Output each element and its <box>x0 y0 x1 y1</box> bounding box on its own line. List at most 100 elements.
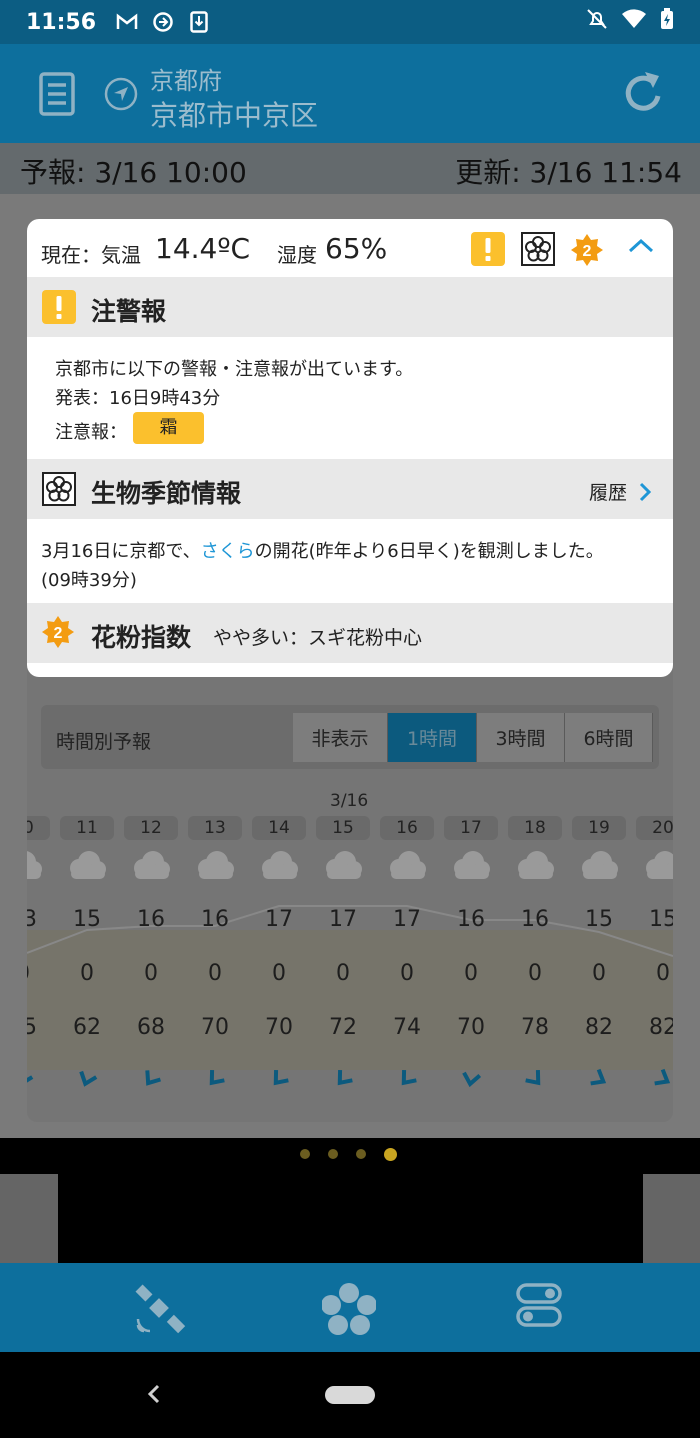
humidity-row: 65 62 68 70 70 72 74 70 78 82 82 <box>27 1015 673 1049</box>
warning-icon[interactable] <box>471 232 505 270</box>
satellite-icon[interactable] <box>134 1283 190 1339</box>
precipitation-value: 0 <box>336 961 350 986</box>
page-dot[interactable] <box>356 1149 366 1159</box>
humidity-value: 65 <box>27 1015 37 1040</box>
page-dot[interactable] <box>384 1148 397 1161</box>
hour-label: 19 <box>572 816 626 840</box>
home-pill[interactable] <box>325 1386 375 1404</box>
wind-arrow-icon <box>267 1068 291 1090</box>
hour-labels: 10 11 12 13 14 15 16 17 18 19 20 <box>27 816 673 842</box>
sakura-flower-icon[interactable] <box>321 1283 377 1339</box>
temperature-value: 16 <box>137 907 165 932</box>
history-label: 履歴 <box>588 482 627 504</box>
wind-arrow-icon <box>331 1068 355 1090</box>
humidity-value: 70 <box>265 1015 293 1040</box>
precipitation-value: 0 <box>592 961 606 986</box>
ad-banner[interactable] <box>58 1174 643 1263</box>
bottom-navigation <box>0 1263 700 1352</box>
location-icon[interactable] <box>104 77 138 115</box>
menu-list-icon[interactable] <box>38 72 76 120</box>
current-temperature: 14.4ºC <box>155 232 251 265</box>
city-label[interactable]: 京都市中京区 <box>150 94 318 134</box>
wind-arrow-icon <box>395 1068 419 1090</box>
prefecture-label[interactable]: 京都府 <box>150 61 222 96</box>
current-label: 現在：気温 <box>41 243 141 267</box>
frost-advisory-badge[interactable]: 霜 <box>133 412 204 444</box>
temperature-value: 17 <box>393 907 421 932</box>
page-dot[interactable] <box>328 1149 338 1159</box>
settings-toggle-icon[interactable] <box>516 1283 562 1331</box>
page-indicator <box>300 1148 397 1161</box>
precipitation-value: 0 <box>464 961 478 986</box>
pollen-section-header[interactable]: 2 花粉指数 やや多い：スギ花粉中心 <box>27 603 673 663</box>
hour-label: 15 <box>316 816 370 840</box>
hourly-forecast-label: 時間別予報 <box>56 731 152 753</box>
wind-arrow-icon <box>459 1068 483 1090</box>
card-header: 現在：気温 14.4ºC 湿度 65% 2 <box>27 219 673 277</box>
wind-direction-row <box>27 1068 673 1096</box>
temperature-value: 15 <box>73 907 101 932</box>
page-dot[interactable] <box>300 1149 310 1159</box>
weather-icons-row <box>27 848 673 884</box>
precipitation-value: 0 <box>656 961 670 986</box>
warning-title: 注警報 <box>91 297 167 326</box>
wind-arrow-icon <box>203 1068 227 1090</box>
precipitation-value: 0 <box>80 961 94 986</box>
humidity-value: 70 <box>201 1015 229 1040</box>
cloud-icon <box>65 850 109 884</box>
refresh-icon[interactable] <box>622 70 666 120</box>
hour-label: 18 <box>508 816 562 840</box>
gmail-icon <box>116 11 138 33</box>
phenology-section-body: 3月16日に京都で、さくらの開花(昨年より6日早く)を観測しました。 (09時3… <box>27 519 673 603</box>
sakura-link[interactable]: さくら <box>201 541 255 562</box>
hour-label: 12 <box>124 816 178 840</box>
history-link[interactable]: 履歴 <box>589 478 651 505</box>
precipitation-row: 00000000000 <box>27 961 673 995</box>
cloud-icon <box>257 850 301 884</box>
cloud-icon <box>321 850 365 884</box>
temperature-value: 17 <box>329 907 357 932</box>
humidity-value: 82 <box>585 1015 613 1040</box>
battery-icon <box>660 8 674 36</box>
humidity-value: 68 <box>137 1015 165 1040</box>
hour-label: 11 <box>60 816 114 840</box>
humidity-value: 70 <box>457 1015 485 1040</box>
pollen-subtitle: やや多い：スギ花粉中心 <box>213 627 423 649</box>
temperature-value: 16 <box>457 907 485 932</box>
temperature-value: 15 <box>649 907 673 932</box>
back-icon[interactable] <box>146 1382 162 1410</box>
interval-option[interactable]: 3時間 <box>477 713 565 762</box>
humidity-value: 72 <box>329 1015 357 1040</box>
cloud-icon <box>385 850 429 884</box>
status-time: 11:56 <box>26 9 97 35</box>
interval-option[interactable]: 非表示 <box>293 713 388 762</box>
warning-section-header: 注警報 <box>27 277 673 337</box>
precipitation-value: 0 <box>27 961 55 986</box>
collapse-chevron-icon[interactable] <box>627 237 655 259</box>
humidity-label: 湿度 <box>277 243 317 267</box>
pollen-level-text: 2 <box>583 243 592 260</box>
phenology-section-header[interactable]: 生物季節情報 履歴 <box>27 459 673 519</box>
phenology-text: 3月16日に京都で、さくらの開花(昨年より6日早く)を観測しました。 <box>41 537 604 563</box>
phenology-text-before: 3月16日に京都で、 <box>41 541 201 562</box>
temperature-value: 15 <box>585 907 613 932</box>
hour-label: 13 <box>188 816 242 840</box>
pollen-badge-text: 2 <box>54 625 63 642</box>
hour-label: 17 <box>444 816 498 840</box>
cloud-icon <box>449 850 493 884</box>
warning-icon <box>42 290 76 328</box>
warning-section-body: 京都市に以下の警報・注意報が出ています。 発表：16日9時43分 注意報： <box>27 337 673 459</box>
precipitation-value: 0 <box>272 961 286 986</box>
status-bar: 11:56 <box>0 0 700 44</box>
sakura-info-icon[interactable] <box>521 232 555 270</box>
wind-arrow-icon <box>139 1068 163 1090</box>
phenology-time: (09時39分) <box>41 570 137 591</box>
interval-option[interactable]: 1時間 <box>388 713 477 762</box>
interval-option[interactable]: 6時間 <box>565 713 653 762</box>
precipitation-value: 0 <box>144 961 158 986</box>
wind-arrow-icon <box>75 1068 99 1090</box>
cloud-icon <box>641 850 673 884</box>
pollen-level-icon[interactable]: 2 <box>571 234 603 270</box>
wifi-icon <box>622 9 646 35</box>
cloud-icon <box>513 850 557 884</box>
